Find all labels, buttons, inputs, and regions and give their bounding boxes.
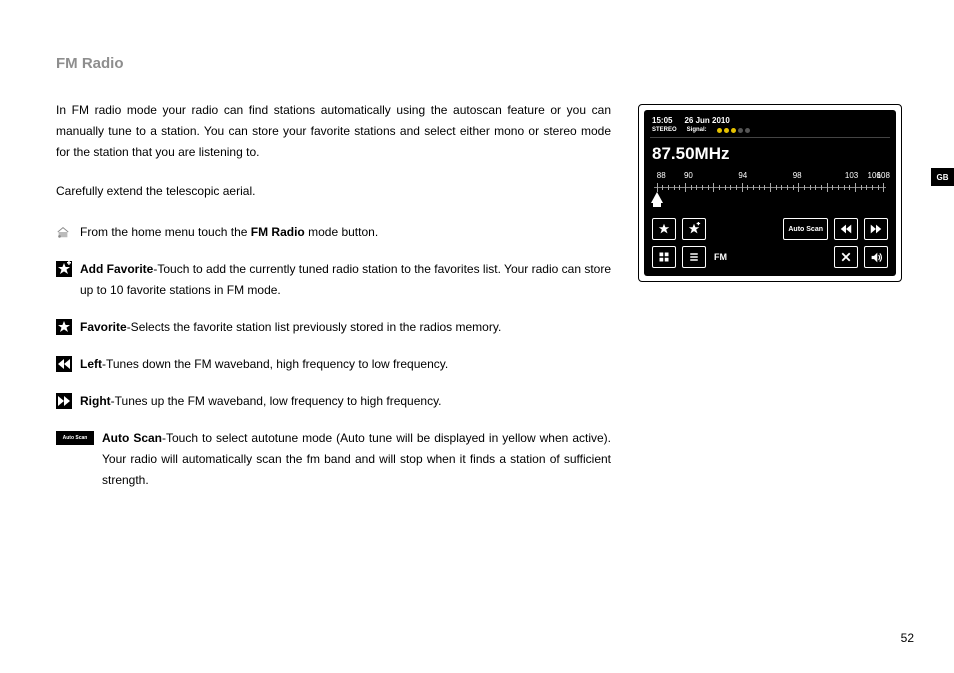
item-autoscan: Auto Scan Auto Scan-Touch to select auto… xyxy=(56,428,611,491)
home-grid-button[interactable] xyxy=(652,246,676,268)
item-left: Left-Tunes down the FM waveband, high fr… xyxy=(56,354,611,375)
item-autoscan-text: Auto Scan-Touch to select autotune mode … xyxy=(102,428,611,491)
mode-label: FM xyxy=(714,252,727,262)
auto-scan-button[interactable]: Auto Scan xyxy=(783,218,828,240)
clock-date: 26 Jun 2010 xyxy=(684,116,729,125)
home-touch-icon xyxy=(56,225,70,239)
clock-time: 15:05 xyxy=(652,116,672,125)
item-favorite-text: Favorite-Selects the favorite station li… xyxy=(80,317,611,338)
tune-left-button[interactable] xyxy=(834,218,858,240)
favorite-button[interactable] xyxy=(652,218,676,240)
item-favorite: Favorite-Selects the favorite station li… xyxy=(56,317,611,338)
tune-right-icon xyxy=(56,393,72,409)
language-tab-gb: GB xyxy=(931,168,954,186)
page-title: FM Radio xyxy=(56,55,124,72)
intro-paragraph-2: Carefully extend the telescopic aerial. xyxy=(56,181,611,202)
signal-label: Signal: xyxy=(687,127,707,133)
item-right: Right-Tunes up the FM waveband, low freq… xyxy=(56,391,611,412)
tune-left-icon xyxy=(56,356,72,372)
instruction-list: From the home menu touch the FM Radio mo… xyxy=(56,222,611,491)
item-add-favorite-text: Add Favorite-Touch to add the currently … xyxy=(80,259,611,301)
item-home-text: From the home menu touch the FM Radio mo… xyxy=(80,222,611,243)
tuning-dial[interactable]: 88909498103106108 xyxy=(652,178,888,212)
favorite-icon xyxy=(56,319,72,335)
frequency-display: 87.50MHz xyxy=(652,144,888,164)
stereo-indicator: STEREO xyxy=(652,127,677,133)
tune-right-button[interactable] xyxy=(864,218,888,240)
item-home: From the home menu touch the FM Radio mo… xyxy=(56,222,611,243)
item-left-text: Left-Tunes down the FM waveband, high fr… xyxy=(80,354,611,375)
add-favorite-button[interactable] xyxy=(682,218,706,240)
radio-screenshot: 15:05 26 Jun 2010 STEREO Signal: 87.50MH… xyxy=(638,104,902,282)
volume-button[interactable] xyxy=(864,246,888,268)
page-number: 52 xyxy=(901,631,914,645)
signal-strength xyxy=(717,128,750,133)
body-column: In FM radio mode your radio can find sta… xyxy=(56,100,611,491)
add-favorite-icon xyxy=(56,261,72,277)
close-button[interactable] xyxy=(834,246,858,268)
intro-paragraph-1: In FM radio mode your radio can find sta… xyxy=(56,100,611,163)
auto-scan-icon: Auto Scan xyxy=(56,431,94,445)
item-add-favorite: Add Favorite-Touch to add the currently … xyxy=(56,259,611,301)
menu-list-button[interactable] xyxy=(682,246,706,268)
item-right-text: Right-Tunes up the FM waveband, low freq… xyxy=(80,391,611,412)
